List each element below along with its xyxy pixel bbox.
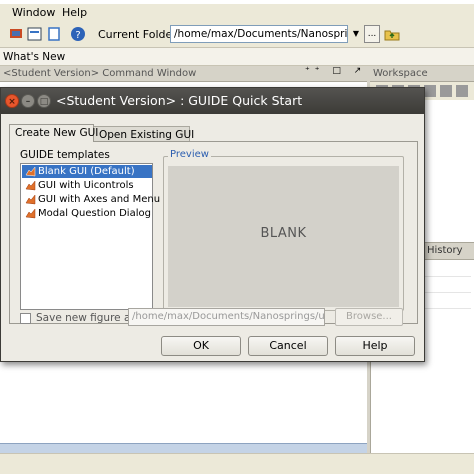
dialog-title: <Student Version> : GUIDE Quick Start — [56, 93, 303, 108]
help-icon[interactable]: ? — [70, 26, 86, 42]
chevron-down-icon[interactable]: ▼ — [350, 27, 362, 41]
template-gui-axes-menu[interactable]: GUI with Axes and Menu — [22, 193, 160, 206]
command-window-title: <Student Version> Command Window — [3, 68, 197, 79]
tab-open-existing-gui[interactable]: Open Existing GUI — [94, 126, 194, 142]
template-label: GUI with Uicontrols — [38, 180, 134, 191]
ok-button[interactable]: OK — [161, 336, 241, 356]
delete-variable-icon[interactable] — [440, 85, 452, 97]
history-title: History — [427, 245, 463, 256]
save-workspace-icon[interactable] — [424, 85, 436, 97]
browse-button[interactable]: Browse... — [335, 308, 403, 326]
menu-help[interactable]: Help — [62, 6, 87, 19]
close-icon[interactable]: × — [5, 94, 19, 108]
current-folder-field[interactable]: /home/max/Documents/Nanosprings — [170, 25, 348, 43]
preview-canvas: BLANK — [168, 166, 399, 307]
template-gui-uicontrols[interactable]: GUI with Uicontrols — [22, 179, 152, 192]
menu-bar: Window Help — [0, 4, 474, 22]
templates-label: GUIDE templates — [20, 149, 110, 161]
matlab-figure-icon — [25, 166, 36, 177]
matlab-figure-icon — [25, 180, 36, 191]
svg-text:?: ? — [75, 30, 80, 41]
preview-text: BLANK — [260, 226, 307, 241]
template-label: GUI with Axes and Menu — [38, 194, 161, 205]
shortcuts-bar: What's New — [0, 48, 474, 66]
template-label: Blank GUI (Default) — [38, 166, 135, 177]
preview-group: BLANK — [163, 156, 404, 311]
save-new-figure-checkbox[interactable] — [20, 313, 31, 324]
print-icon[interactable] — [456, 85, 468, 97]
save-path-field[interactable]: /home/max/Documents/Nanosprings/untitled… — [128, 308, 325, 326]
template-modal-question-dialog[interactable]: Modal Question Dialog — [22, 207, 152, 220]
workspace-titlebar: Workspace — [370, 66, 474, 82]
matlab-figure-icon — [25, 208, 36, 219]
preview-label: Preview — [168, 149, 211, 160]
create-new-gui-panel: GUIDE templates Blank GUI (Default) GUI … — [9, 141, 418, 326]
guide-quick-start-dialog: × – □ <Student Version> : GUIDE Quick St… — [0, 87, 425, 362]
tab-create-new-gui[interactable]: Create New GUI — [9, 124, 98, 142]
simulink-icon[interactable] — [8, 26, 24, 42]
cancel-button[interactable]: Cancel — [248, 336, 328, 356]
dialog-titlebar[interactable]: × – □ <Student Version> : GUIDE Quick St… — [1, 88, 424, 114]
profiler-icon[interactable] — [46, 26, 62, 42]
main-toolbar: ? Current Folder: /home/max/Documents/Na… — [0, 22, 474, 48]
command-window-scrollbar[interactable] — [0, 443, 367, 453]
menu-window[interactable]: Window — [12, 6, 55, 19]
maximize-icon[interactable]: □ — [37, 94, 51, 108]
current-folder-label: Current Folder: — [98, 28, 181, 41]
whats-new-link[interactable]: What's New — [3, 51, 65, 63]
folder-up-icon[interactable] — [384, 26, 400, 42]
matlab-figure-icon — [25, 194, 36, 205]
template-label: Modal Question Dialog — [38, 208, 151, 219]
command-window-titlebar: <Student Version> Command Window ⁺⁺ □ ↗ … — [0, 66, 382, 82]
templates-list[interactable]: Blank GUI (Default) GUI with Uicontrols … — [20, 163, 160, 310]
template-blank-gui[interactable]: Blank GUI (Default) — [22, 165, 152, 178]
guide-icon[interactable] — [27, 26, 43, 42]
status-bar — [0, 453, 474, 474]
help-button[interactable]: Help — [335, 336, 415, 356]
minimize-icon[interactable]: – — [21, 94, 35, 108]
save-new-figure-label: Save new figure as: — [36, 312, 140, 324]
browse-folder-button[interactable]: ... — [364, 25, 380, 43]
workspace-title: Workspace — [373, 68, 428, 79]
